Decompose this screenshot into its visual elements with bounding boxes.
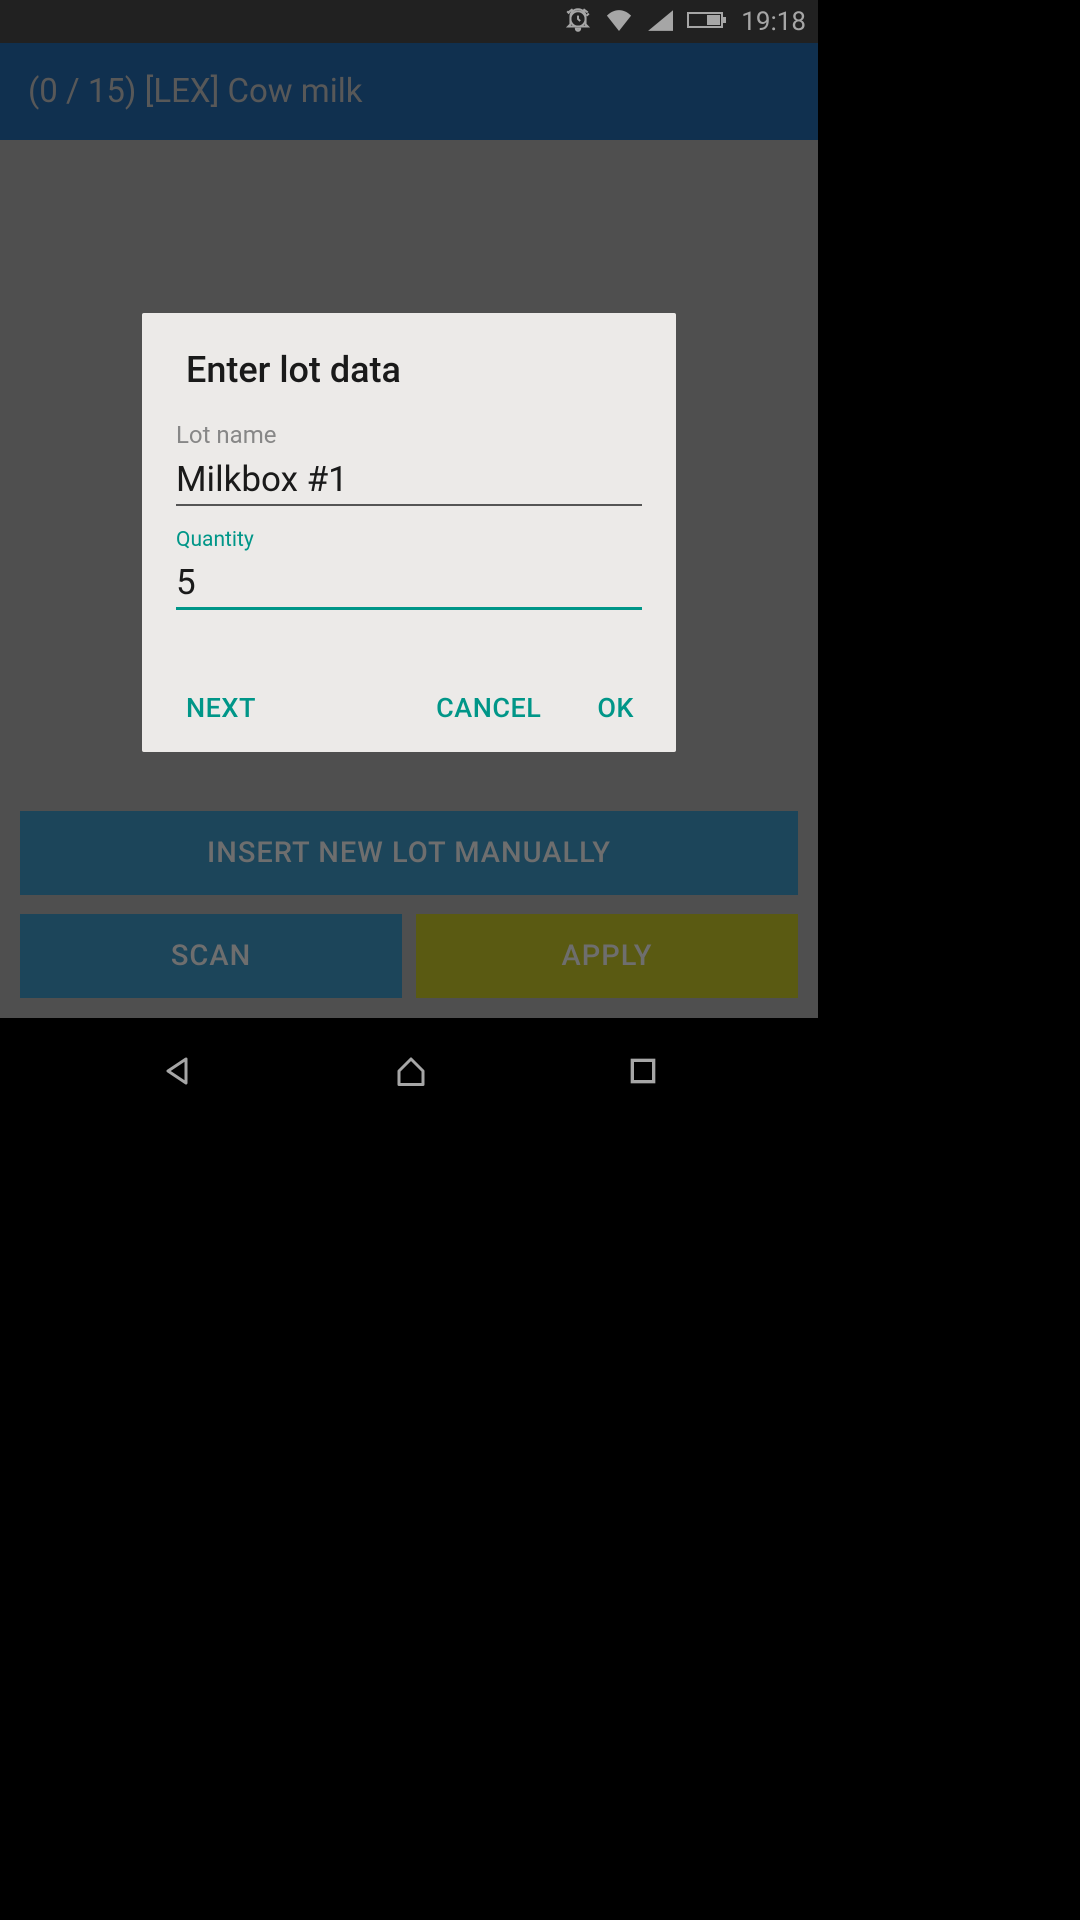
lot-name-input[interactable]	[176, 457, 642, 506]
quantity-input[interactable]	[176, 560, 642, 610]
next-button[interactable]: NEXT	[176, 692, 256, 724]
modal-overlay[interactable]: Enter lot data Lot name Quantity NEXT CA…	[0, 0, 818, 1345]
ok-button[interactable]: OK	[597, 692, 634, 724]
lot-name-label: Lot name	[176, 421, 642, 449]
quantity-label: Quantity	[176, 528, 642, 552]
enter-lot-data-dialog: Enter lot data Lot name Quantity NEXT CA…	[142, 313, 676, 752]
cancel-button[interactable]: CANCEL	[436, 692, 541, 724]
dialog-title: Enter lot data	[176, 349, 642, 391]
